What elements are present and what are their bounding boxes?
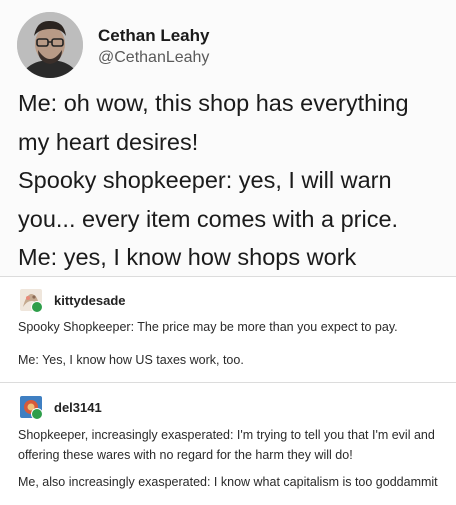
username[interactable]: kittydesade (54, 293, 126, 308)
post-paragraph: Me, also increasingly exasperated: I kno… (18, 475, 438, 489)
tweet-line: Spooky shopkeeper: yes, I will warn (18, 167, 392, 193)
tweet-text: Me: oh wow, this shop has everything my … (18, 84, 448, 277)
author-avatar[interactable] (17, 12, 83, 78)
post-header: kittydesade (20, 289, 126, 313)
username[interactable]: del3141 (54, 400, 102, 415)
user-avatar[interactable] (20, 396, 43, 420)
tweet-line: you... every item comes with a price. (18, 205, 399, 232)
author-name[interactable]: Cethan Leahy (98, 26, 209, 46)
tweet-line: Me: yes, I know how shops work (18, 244, 357, 270)
post-paragraph: Shopkeeper, increasingly exasperated: I'… (18, 428, 435, 462)
post-paragraph: Spooky Shopkeeper: The price may be more… (18, 320, 398, 334)
author-handle[interactable]: @CethanLeahy (98, 48, 209, 68)
tweet-line: Me: oh wow, this shop has everything (18, 90, 409, 116)
author-photo-icon (17, 12, 83, 78)
post-paragraph: Me: Yes, I know how US taxes work, too. (18, 353, 244, 367)
user-avatar[interactable] (20, 289, 43, 313)
follow-badge-icon (31, 301, 43, 313)
post-header: del3141 (20, 396, 102, 420)
author-info: Cethan Leahy @CethanLeahy (98, 26, 209, 68)
tweet-card: Cethan Leahy @CethanLeahy Me: oh wow, th… (0, 0, 456, 276)
follow-badge-icon (31, 408, 43, 420)
tweet-line: my heart desires! (18, 128, 199, 155)
reblog-post: kittydesade Spooky Shopkeeper: The price… (0, 277, 456, 381)
reblog-post: del3141 Shopkeeper, increasingly exasper… (0, 383, 456, 505)
